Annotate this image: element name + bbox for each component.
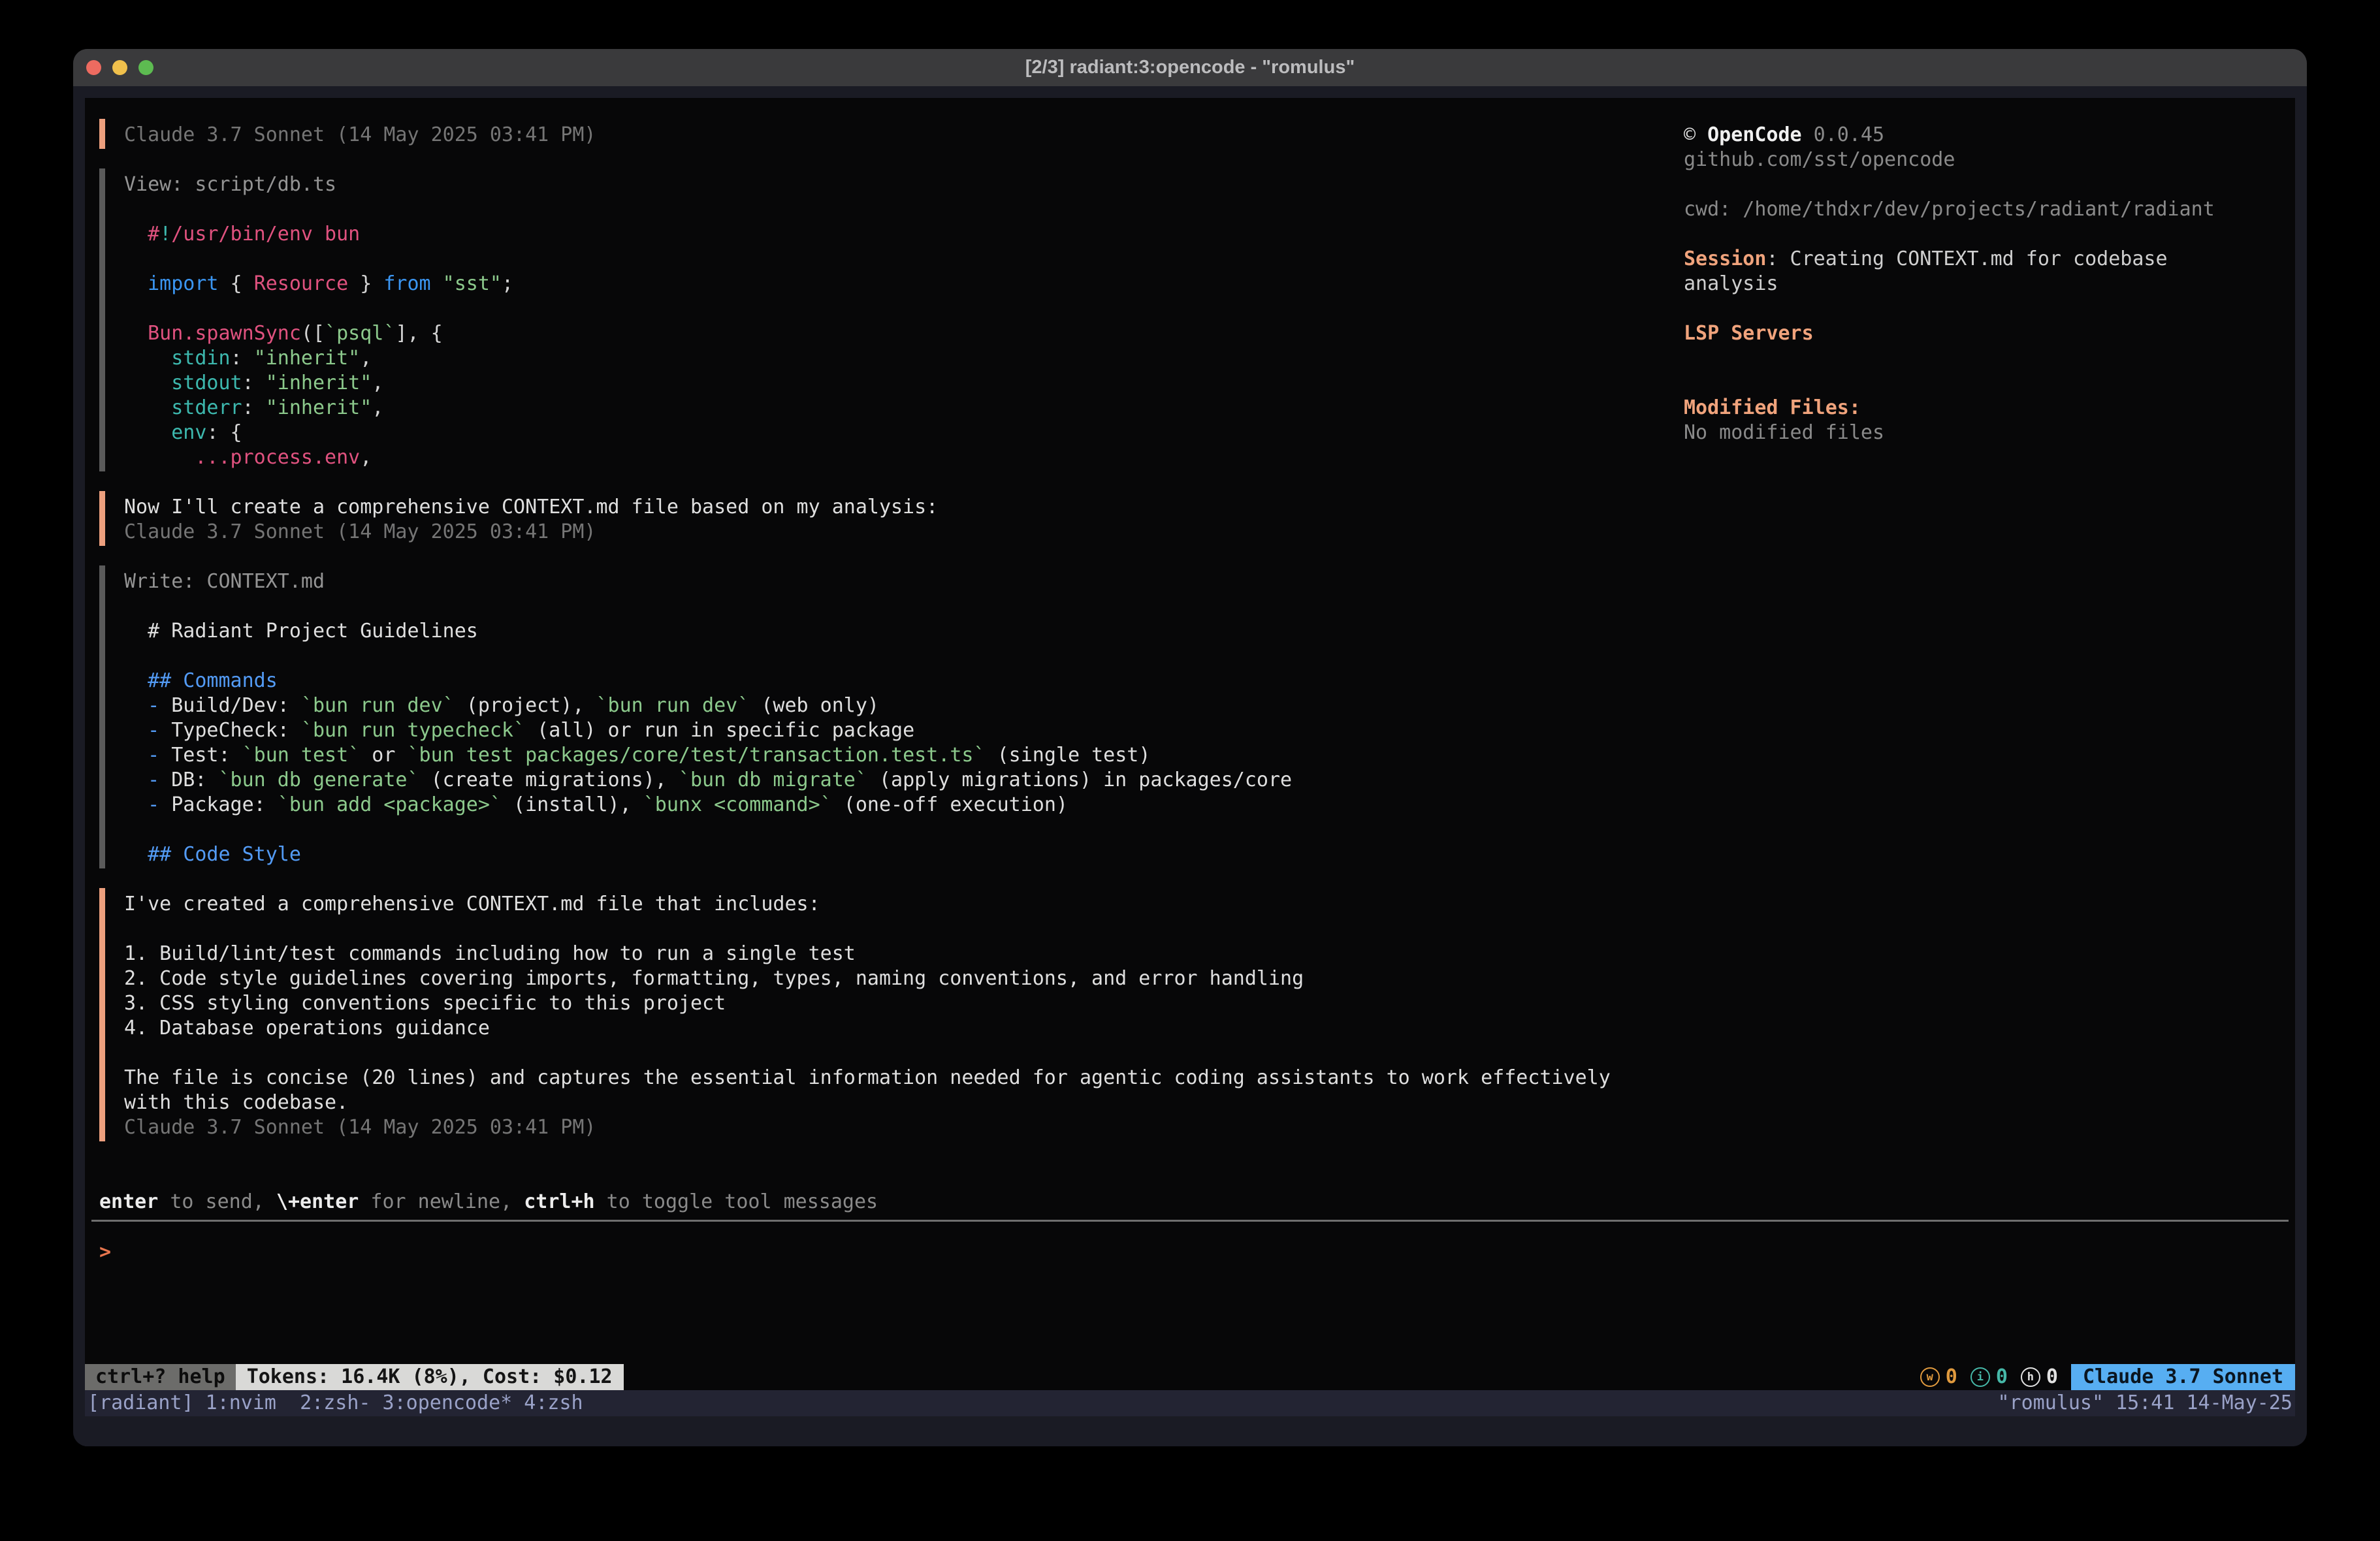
statusbar-spacer [624,1364,1920,1390]
text-line: Write: CONTEXT.md [124,569,1611,594]
tmux-session-info: "romulus" 15:41 14-May-25 [1997,1390,2292,1416]
text-line: 3. CSS styling conventions specific to t… [124,991,1611,1016]
warning-count: w 0 [1920,1364,1957,1390]
text-line: - TypeCheck: `bun run typecheck` (all) o… [124,718,1611,743]
text-line: - Test: `bun test` or `bun test packages… [124,743,1611,768]
terminal-content: Claude 3.7 Sonnet (14 May 2025 03:41 PM)… [73,86,2307,1446]
text-line: The file is concise (20 lines) and captu… [124,1066,1611,1090]
text-line: github.com/sst/opencode [1684,148,2295,172]
chat-area: Claude 3.7 Sonnet (14 May 2025 03:41 PM)… [124,123,1611,1165]
text-line: stderr: "inherit", [124,396,1611,421]
text-line [124,197,1611,222]
info-count: i 0 [1970,1364,2008,1390]
text-line: ## Code Style [124,842,1611,867]
traffic-lights [86,49,153,86]
message-block: Claude 3.7 Sonnet (14 May 2025 03:41 PM) [124,123,1611,148]
text-line [124,644,1611,669]
text-line [1684,346,2295,371]
maximize-button[interactable] [138,60,153,75]
text-line [1684,371,2295,396]
text-line: env: { [124,421,1611,445]
text-line: Claude 3.7 Sonnet (14 May 2025 03:41 PM) [124,123,1611,148]
text-line: Now I'll create a comprehensive CONTEXT.… [124,495,1611,520]
terminal-bottom-padding [85,1416,2295,1446]
text-line: ## Commands [124,669,1611,693]
text-line: View: script/db.ts [124,172,1611,197]
help-shortcut[interactable]: ctrl+? help [85,1364,236,1390]
text-line: # Radiant Project Guidelines [124,619,1611,644]
message-block: I've created a comprehensive CONTEXT.md … [124,892,1611,1140]
text-line: 2. Code style guidelines covering import… [124,966,1611,991]
text-line: analysis [1684,272,2295,296]
info-sidebar: © OpenCode 0.0.45github.com/sst/opencode… [1684,123,2295,445]
text-line: Bun.spawnSync([`psql`], { [124,321,1611,346]
text-line [124,1041,1611,1066]
text-line: - Build/Dev: `bun run dev` (project), `b… [124,693,1611,718]
hint-count: h 0 [2021,1364,2058,1390]
text-line [124,594,1611,619]
text-line: LSP Servers [1684,321,2295,346]
status-bar: ctrl+? help Tokens: 16.4K (8%), Cost: $0… [85,1364,2295,1390]
text-line: Session: Creating CONTEXT.md for codebas… [1684,247,2295,272]
text-line: ...process.env, [124,445,1611,470]
composer-hint: enter to send, \+enter for newline, ctrl… [99,1190,878,1215]
prompt-input[interactable]: > [99,1240,111,1265]
message-block: Now I'll create a comprehensive CONTEXT.… [124,495,1611,545]
text-line [124,917,1611,942]
minimize-button[interactable] [112,60,127,75]
text-line [1684,222,2295,247]
text-line [124,296,1611,321]
text-line: #!/usr/bin/env bun [124,222,1611,247]
warning-icon: w [1920,1367,1940,1387]
composer-divider [91,1220,2289,1222]
text-line: Claude 3.7 Sonnet (14 May 2025 03:41 PM) [124,1115,1611,1140]
window-title: [2/3] radiant:3:opencode - "romulus" [1025,57,1355,78]
window-titlebar[interactable]: [2/3] radiant:3:opencode - "romulus" [73,49,2307,86]
text-line: Claude 3.7 Sonnet (14 May 2025 03:41 PM) [124,520,1611,545]
tmux-status-bar: [radiant] 1:nvim 2:zsh- 3:opencode* 4:zs… [85,1390,2295,1416]
model-badge[interactable]: Claude 3.7 Sonnet [2071,1364,2295,1390]
terminal-window: [2/3] radiant:3:opencode - "romulus" Cla… [73,49,2307,1446]
text-line [124,818,1611,842]
text-line: © OpenCode 0.0.45 [1684,123,2295,148]
tokens-cost: Tokens: 16.4K (8%), Cost: $0.12 [236,1364,624,1390]
text-line: 1. Build/lint/test commands including ho… [124,942,1611,966]
tool-block-view: View: script/db.ts #!/usr/bin/env bun im… [124,172,1611,470]
text-line: cwd: /home/thdxr/dev/projects/radiant/ra… [1684,197,2295,222]
close-button[interactable] [86,60,101,75]
text-line [1684,296,2295,321]
screenshot-root: [2/3] radiant:3:opencode - "romulus" Cla… [0,0,2380,1541]
text-line: - DB: `bun db generate` (create migratio… [124,768,1611,793]
text-line: 4. Database operations guidance [124,1016,1611,1041]
text-line [124,247,1611,272]
prompt-caret: > [99,1241,111,1263]
tool-block-write: Write: CONTEXT.md # Radiant Project Guid… [124,569,1611,867]
text-line [1684,172,2295,197]
text-line: stdout: "inherit", [124,371,1611,396]
text-line: stdin: "inherit", [124,346,1611,371]
info-icon: i [1970,1367,1990,1387]
text-line: Modified Files: [1684,396,2295,421]
text-line: with this codebase. [124,1090,1611,1115]
text-line: No modified files [1684,421,2295,445]
text-line: import { Resource } from "sst"; [124,272,1611,296]
text-line: I've created a comprehensive CONTEXT.md … [124,892,1611,917]
hint-icon: h [2021,1367,2040,1387]
tmux-window-list[interactable]: [radiant] 1:nvim 2:zsh- 3:opencode* 4:zs… [88,1390,583,1416]
opencode-app: Claude 3.7 Sonnet (14 May 2025 03:41 PM)… [85,98,2295,1390]
text-line: - Package: `bun add <package>` (install)… [124,793,1611,818]
